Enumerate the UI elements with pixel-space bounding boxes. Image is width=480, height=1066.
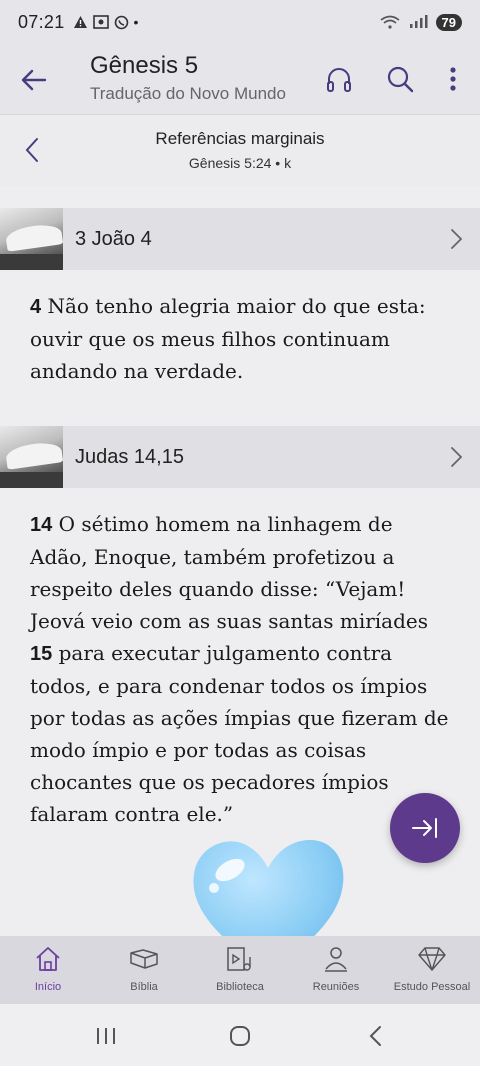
back-chevron-icon — [369, 1026, 381, 1046]
nav-meetings[interactable]: Reuniões — [288, 936, 384, 1004]
notification-icons: • — [73, 14, 139, 30]
verse-text-2: 14 O sétimo homem na linhagem de Adão, E… — [30, 508, 450, 830]
meetings-icon — [321, 944, 351, 974]
battery-indicator: 79 — [435, 13, 462, 31]
back-button[interactable] — [16, 62, 52, 98]
arrow-to-right-icon — [412, 818, 437, 838]
status-dot: • — [133, 14, 139, 30]
headphones-icon — [327, 68, 351, 92]
system-navigation-bar — [0, 1004, 480, 1066]
screen-record-icon — [92, 15, 109, 29]
status-bar: 07:21 • 79 — [0, 0, 480, 44]
warning-icon — [73, 16, 87, 28]
more-vert-icon — [450, 67, 456, 91]
header-titles: Gênesis 5 Tradução do Novo Mundo — [90, 52, 286, 104]
diamond-icon — [417, 944, 447, 974]
nav-label: Início — [34, 981, 62, 993]
verse-body: para executar julgamento contra todos, e… — [30, 641, 449, 826]
ref-bar-subtitle: Gênesis 5:24 • k — [188, 155, 292, 171]
system-back-button[interactable] — [360, 1020, 392, 1052]
home-system-button[interactable] — [224, 1020, 256, 1052]
home-circle-icon — [230, 1026, 250, 1046]
reference-label: Judas 14,15 — [75, 445, 184, 468]
bible-thumbnail — [0, 208, 63, 270]
nav-label: Estudo Pessoal — [393, 981, 471, 993]
nav-label: Bíblia — [130, 981, 158, 993]
reference-card-2[interactable]: Judas 14,15 — [0, 426, 480, 488]
signal-icon — [409, 15, 428, 28]
status-time: 07:21 — [18, 11, 65, 32]
app-header: Gênesis 5 Tradução do Novo Mundo — [0, 44, 480, 114]
collapse-panel-button[interactable] — [390, 793, 460, 863]
home-icon — [33, 944, 63, 974]
recent-apps-icon — [97, 1028, 115, 1044]
nav-personal-study[interactable]: Estudo Pessoal — [384, 936, 480, 1004]
ref-bar-title: Referências marginais — [155, 129, 325, 148]
recent-apps-button[interactable] — [90, 1020, 122, 1052]
page-subtitle: Tradução do Novo Mundo — [90, 84, 286, 103]
wifi-icon — [380, 15, 400, 29]
reference-label: 3 João 4 — [75, 227, 152, 250]
whatsapp-icon — [114, 15, 128, 29]
bible-thumbnail — [0, 426, 63, 488]
nav-home[interactable]: Início — [0, 936, 96, 1004]
verse-body: O sétimo homem na linhagem de Adão, Enoq… — [30, 512, 428, 633]
verse-body: Não tenho alegria maior do que esta: ouv… — [30, 294, 426, 383]
audio-button[interactable] — [322, 62, 356, 96]
bottom-navigation: Início Bíblia Biblioteca Reuniões Estudo… — [0, 936, 480, 1004]
reference-card-1[interactable]: 3 João 4 — [0, 208, 480, 270]
nav-label: Biblioteca — [216, 981, 264, 993]
search-icon — [387, 66, 414, 93]
library-icon — [225, 944, 255, 974]
arrow-left-icon — [21, 69, 47, 91]
nav-label: Reuniões — [312, 981, 360, 993]
marginal-references-bar: Referências marginais Gênesis 5:24 • k — [0, 114, 480, 186]
system-icons: 79 — [380, 13, 462, 31]
verse-number: 4 — [30, 296, 42, 318]
nav-library[interactable]: Biblioteca — [192, 936, 288, 1004]
nav-bible[interactable]: Bíblia — [96, 936, 192, 1004]
bible-icon — [129, 944, 159, 974]
search-button[interactable] — [383, 62, 417, 96]
chevron-right-icon — [444, 226, 468, 252]
more-options-button[interactable] — [436, 62, 470, 96]
page-title: Gênesis 5 — [90, 52, 199, 79]
verse-number: 15 — [30, 643, 53, 665]
chevron-right-icon — [444, 444, 468, 470]
verse-text-1: 4 Não tenho alegria maior do que esta: o… — [30, 290, 450, 387]
verse-number: 14 — [30, 514, 53, 536]
